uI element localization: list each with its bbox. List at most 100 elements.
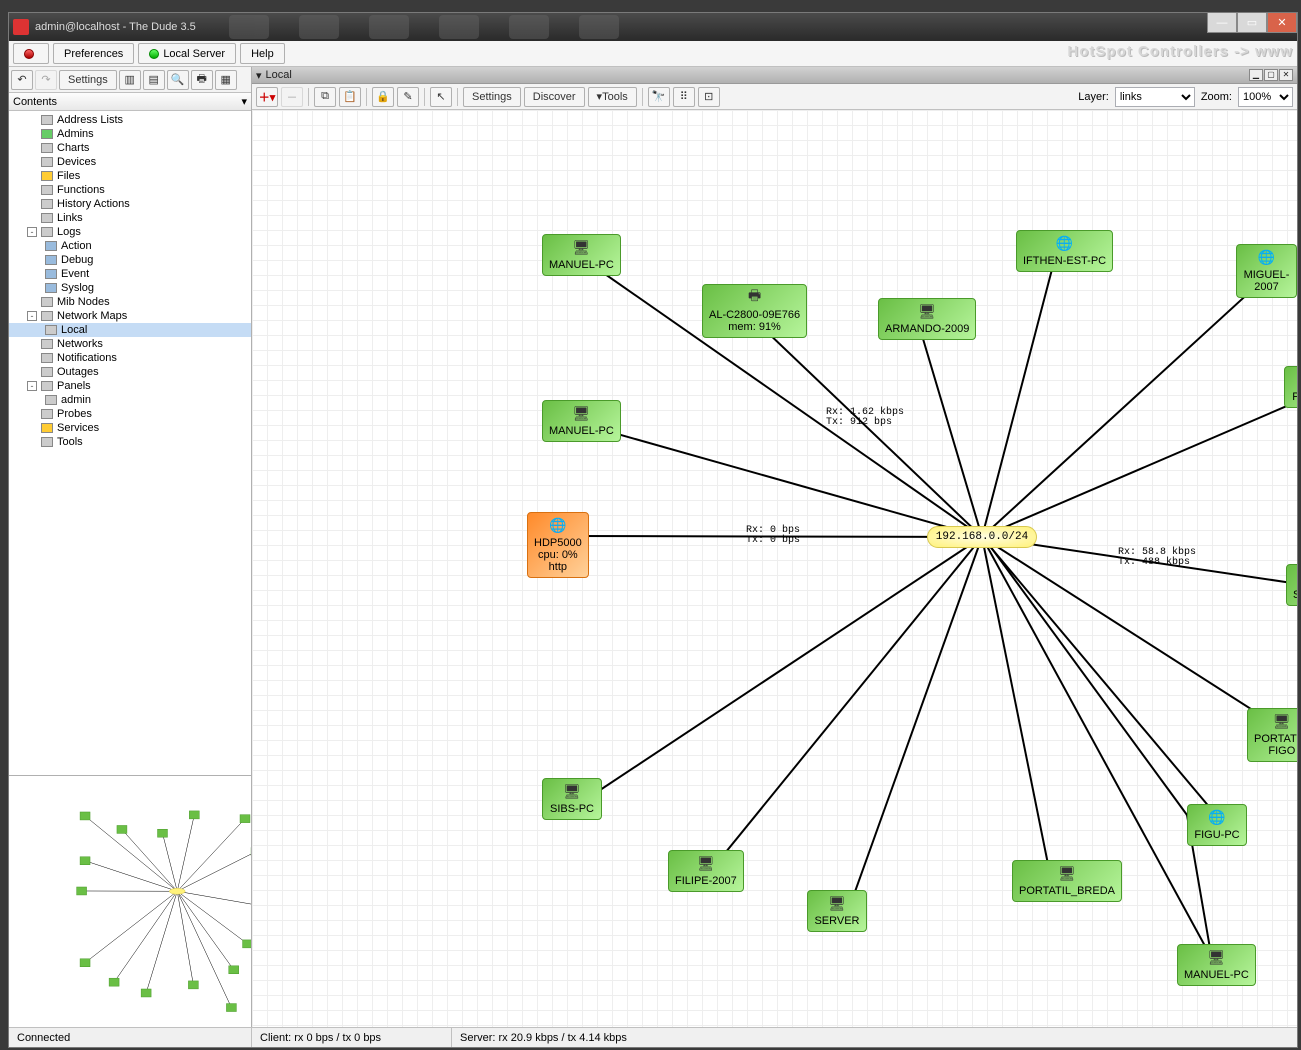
device-icon: 🖥 <box>826 894 848 912</box>
tree-item[interactable]: -Network Maps <box>9 309 251 323</box>
tree-item[interactable]: -Panels <box>9 379 251 393</box>
device-icon: 🌐 <box>1256 248 1278 266</box>
tree-view[interactable]: Address ListsAdminsChartsDevicesFilesFun… <box>9 111 251 775</box>
tree-header[interactable]: Contents▾ <box>9 93 251 111</box>
canvas-toolbar: ＋▾ － ⧉ 📋 🔒 ✎ ↖ Settings Discover ▾ Tools… <box>252 84 1297 110</box>
app-icon <box>13 19 29 35</box>
group-icon[interactable]: ⠿ <box>673 87 695 107</box>
canvas-settings-button[interactable]: Settings <box>463 87 521 107</box>
export-icon[interactable]: ▤ <box>143 70 165 90</box>
maximize-button[interactable]: ▭ <box>1237 13 1267 33</box>
tree-item[interactable]: Syslog <box>9 281 251 295</box>
tree-item[interactable]: Functions <box>9 183 251 197</box>
binoculars-icon[interactable]: 🔭 <box>648 87 670 107</box>
watermark-text: HotSpot Controllers -> www <box>1067 43 1293 64</box>
background-windows <box>209 13 1117 41</box>
tree-item[interactable]: Debug <box>9 253 251 267</box>
panel-dropdown-icon[interactable]: ▾ <box>256 69 262 82</box>
preferences-button[interactable]: Preferences <box>53 43 134 64</box>
tree-item[interactable]: Tools <box>9 435 251 449</box>
delete-button[interactable]: － <box>281 87 303 107</box>
link-label: Rx: 1.62 kbps Tx: 912 bps <box>826 408 904 428</box>
panel-title: Local <box>266 69 292 81</box>
device-icon: 🖥 <box>1271 712 1293 730</box>
new-window-icon[interactable]: ▥ <box>119 70 141 90</box>
device-node[interactable]: 🖥MANUEL-PC <box>1177 944 1256 986</box>
panel-max-icon[interactable]: ▢ <box>1264 69 1278 81</box>
device-node[interactable]: 🌐PCNET3 <box>1284 366 1297 408</box>
copy-icon[interactable]: ⧉ <box>314 87 336 107</box>
device-node[interactable]: 🌐FIGU-PC <box>1187 804 1247 846</box>
settings-button[interactable]: Settings <box>59 70 117 90</box>
tree-item[interactable]: -Logs <box>9 225 251 239</box>
print-icon[interactable]: 🖶 <box>191 70 213 90</box>
panel-titlebar[interactable]: ▾ Local ▁ ▢ ✕ <box>252 67 1297 84</box>
tree-item[interactable]: Admins <box>9 127 251 141</box>
tree-item[interactable]: Devices <box>9 155 251 169</box>
device-icon: 🖥 <box>570 238 592 256</box>
status-client: Client: rx 0 bps / tx 0 bps <box>252 1028 452 1047</box>
device-icon: 🖥 <box>695 854 717 872</box>
tree-item[interactable]: Files <box>9 169 251 183</box>
help-button[interactable]: Help <box>240 43 285 64</box>
device-icon: 🖥 <box>916 302 938 320</box>
discover-button[interactable]: Discover <box>524 87 585 107</box>
tree-item[interactable]: Probes <box>9 407 251 421</box>
link-icon[interactable]: ✎ <box>397 87 419 107</box>
undo-button[interactable]: ↶ <box>11 70 33 90</box>
tree-item[interactable]: Networks <box>9 337 251 351</box>
device-node[interactable]: 🖥SERVER <box>807 890 867 932</box>
app-icon-button[interactable] <box>13 43 49 64</box>
tree-item[interactable]: Event <box>9 267 251 281</box>
link-label: Rx: 0 bps Tx: 0 bps <box>746 526 800 546</box>
device-node[interactable]: 🌐IFTHEN-EST-PC <box>1016 230 1113 272</box>
tree-item[interactable]: Mib Nodes <box>9 295 251 309</box>
network-canvas[interactable]: 192.168.0.0/24 🖥MANUEL-PC 🖶AL-C2800-09E766… <box>252 110 1297 1027</box>
device-node[interactable]: 🌐HDP5000cpu: 0%http <box>527 512 589 578</box>
layer-select[interactable]: links <box>1115 87 1195 107</box>
tree-item[interactable]: Action <box>9 239 251 253</box>
device-node[interactable]: 🖥FILIPE-2007 <box>668 850 744 892</box>
tree-item[interactable]: Charts <box>9 141 251 155</box>
hub-node[interactable]: 192.168.0.0/24 <box>927 526 1037 548</box>
local-server-button[interactable]: Local Server <box>138 43 236 64</box>
device-node[interactable]: 🌐MIGUEL-2007 <box>1236 244 1297 298</box>
device-node[interactable]: 🖥MANUEL-PC <box>542 234 621 276</box>
add-button[interactable]: ＋▾ <box>256 87 278 107</box>
device-icon: 🖥 <box>1205 948 1227 966</box>
device-node[interactable]: ▬SMC7904BRA2 <box>1286 564 1297 606</box>
pointer-icon[interactable]: ↖ <box>430 87 452 107</box>
tree-item[interactable]: Address Lists <box>9 113 251 127</box>
tools-dropdown[interactable]: ▾ Tools <box>588 87 637 107</box>
ungroup-icon[interactable]: ⊡ <box>698 87 720 107</box>
tree-item[interactable]: Links <box>9 211 251 225</box>
status-server: Server: rx 20.9 kbps / tx 4.14 kbps <box>452 1028 1297 1047</box>
device-node[interactable]: 🖥MANUEL-PC <box>542 400 621 442</box>
chart-icon[interactable]: ▦ <box>215 70 237 90</box>
panel-min-icon[interactable]: ▁ <box>1249 69 1263 81</box>
minimap[interactable] <box>9 775 251 1027</box>
tree-item[interactable]: Notifications <box>9 351 251 365</box>
device-node[interactable]: 🖥SIBS-PC <box>542 778 602 820</box>
minimize-button[interactable]: — <box>1207 13 1237 33</box>
tree-item[interactable]: Local <box>9 323 251 337</box>
column-drop-icon[interactable]: ▾ <box>241 95 247 108</box>
lock-icon[interactable]: 🔒 <box>372 87 394 107</box>
tree-item[interactable]: Services <box>9 421 251 435</box>
tree-item[interactable]: History Actions <box>9 197 251 211</box>
device-node[interactable]: 🖥ARMANDO-2009 <box>878 298 976 340</box>
status-connection: Connected <box>9 1028 252 1047</box>
find-icon[interactable]: 🔍 <box>167 70 189 90</box>
close-button[interactable]: ✕ <box>1267 13 1297 33</box>
zoom-select[interactable]: 100% <box>1238 87 1293 107</box>
redo-button[interactable]: ↷ <box>35 70 57 90</box>
device-node[interactable]: 🖥PORTATIL-FIGO <box>1247 708 1297 762</box>
titlebar[interactable]: admin@localhost - The Dude 3.5 — ▭ ✕ <box>9 13 1297 41</box>
paste-icon[interactable]: 📋 <box>339 87 361 107</box>
device-icon: 🖥 <box>570 404 592 422</box>
tree-item[interactable]: admin <box>9 393 251 407</box>
panel-close-icon[interactable]: ✕ <box>1279 69 1293 81</box>
device-node[interactable]: 🖥PORTATIL_BREDA <box>1012 860 1122 902</box>
device-node[interactable]: 🖶AL-C2800-09E766mem: 91% <box>702 284 807 338</box>
tree-item[interactable]: Outages <box>9 365 251 379</box>
